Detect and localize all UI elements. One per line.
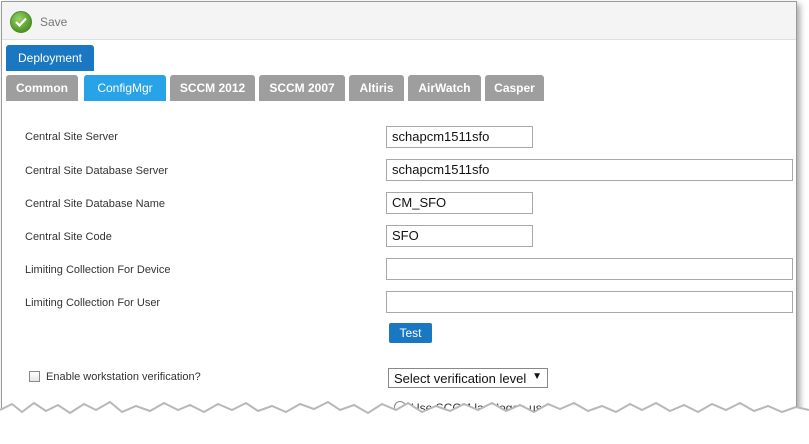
central-site-database-server-input[interactable]: schapcm1511sfo bbox=[386, 159, 793, 181]
test-button[interactable]: Test bbox=[389, 323, 432, 343]
limiting-collection-user-label: Limiting Collection For User bbox=[25, 297, 161, 309]
central-site-database-server-label: Central Site Database Server bbox=[25, 165, 169, 177]
central-site-database-name-input[interactable]: CM_SFO bbox=[386, 192, 533, 214]
limiting-collection-user-input[interactable] bbox=[386, 291, 793, 313]
save-label: Save bbox=[40, 15, 68, 29]
limiting-collection-device-input[interactable] bbox=[386, 258, 793, 280]
limiting-collection-device-label: Limiting Collection For Device bbox=[25, 264, 171, 276]
torn-edge-decoration bbox=[0, 400, 809, 444]
verification-level-value: Select verification level bbox=[394, 370, 527, 386]
tab-sccm-2007[interactable]: SCCM 2007 bbox=[259, 75, 345, 101]
toolbar: Save bbox=[2, 2, 796, 40]
tab-common[interactable]: Common bbox=[6, 75, 78, 101]
enable-verification-checkbox[interactable] bbox=[29, 371, 40, 382]
central-site-server-input[interactable]: schapcm1511sfo bbox=[386, 126, 533, 148]
save-button[interactable]: Save bbox=[10, 11, 67, 33]
central-site-code-input[interactable]: SFO bbox=[386, 225, 533, 247]
verification-level-select[interactable]: Select verification level ▼ bbox=[388, 368, 548, 388]
tab-airwatch[interactable]: AirWatch bbox=[408, 75, 481, 101]
settings-panel: Save Deployment Common ConfigMgr SCCM 20… bbox=[1, 1, 797, 433]
tab-deployment[interactable]: Deployment bbox=[6, 45, 94, 71]
tab-configmgr[interactable]: ConfigMgr bbox=[84, 75, 166, 101]
tab-sccm-2012[interactable]: SCCM 2012 bbox=[170, 75, 255, 101]
central-site-database-name-label: Central Site Database Name bbox=[25, 198, 166, 210]
dropdown-arrow-icon: ▼ bbox=[532, 371, 542, 382]
central-site-code-label: Central Site Code bbox=[25, 231, 112, 243]
tab-casper[interactable]: Casper bbox=[485, 75, 544, 101]
tab-altiris[interactable]: Altiris bbox=[349, 75, 404, 101]
central-site-server-label: Central Site Server bbox=[25, 131, 118, 143]
enable-verification-label: Enable workstation verification? bbox=[46, 371, 201, 383]
checkmark-icon bbox=[10, 11, 32, 33]
